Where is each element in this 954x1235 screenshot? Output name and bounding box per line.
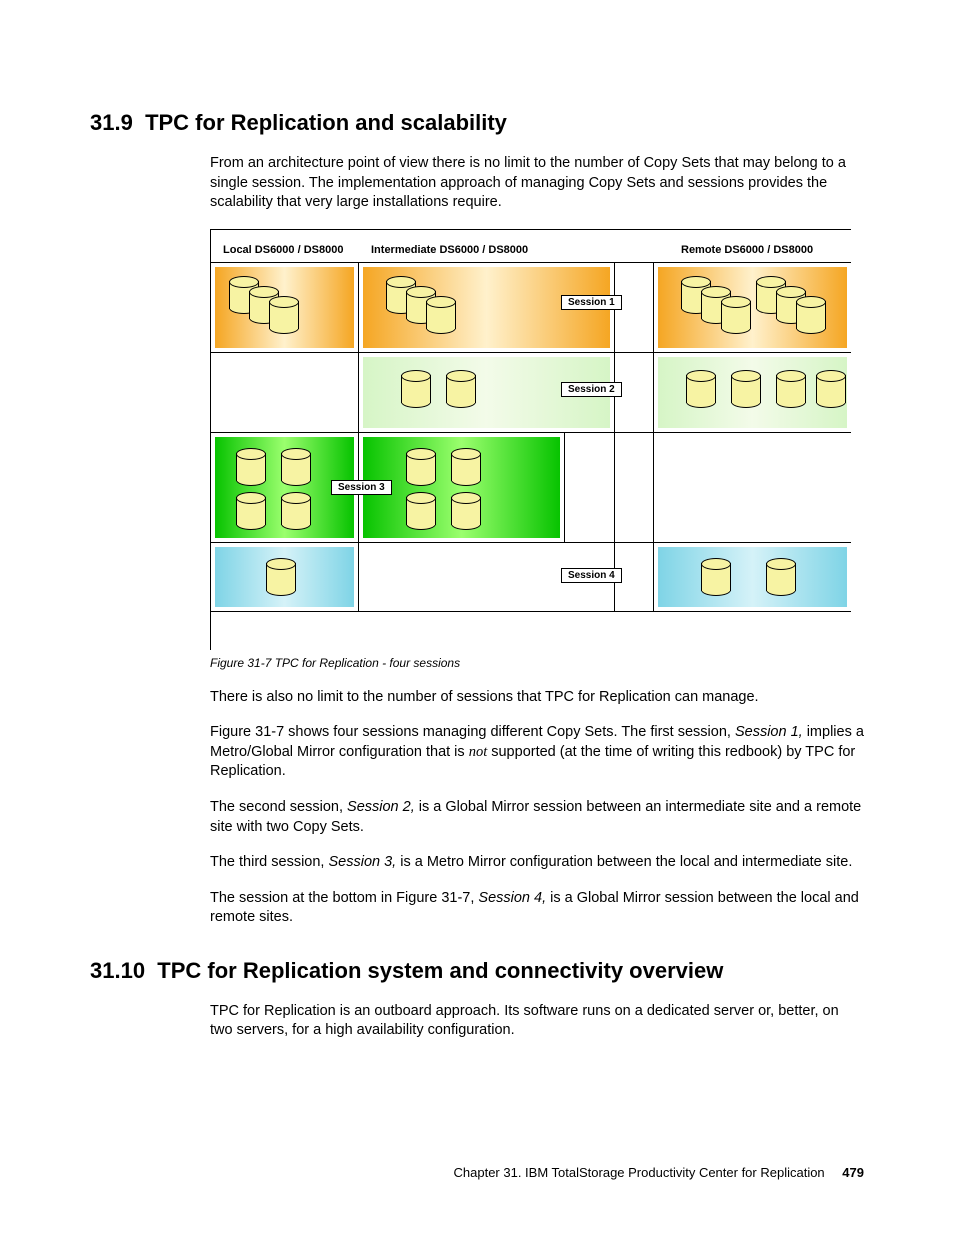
figure-31-7: Local DS6000 / DS8000 Intermediate DS600… [90, 229, 864, 650]
page-footer: Chapter 31. IBM TotalStorage Productivit… [454, 1165, 865, 1180]
cylinder-icon [236, 448, 266, 486]
cylinder-icon [766, 558, 796, 596]
cylinder-icon [451, 492, 481, 530]
cylinder-icon [686, 370, 716, 408]
cylinder-icon [281, 448, 311, 486]
cylinder-icon [236, 492, 266, 530]
session-row-1 [211, 262, 851, 352]
paragraph: The session at the bottom in Figure 31-7… [90, 889, 864, 928]
section-number: 31.10 [90, 958, 145, 983]
session-row-4 [211, 542, 851, 612]
column-header-local: Local DS6000 / DS8000 [223, 244, 343, 256]
cylinder-icon [406, 448, 436, 486]
cylinder-icon [406, 492, 436, 530]
section-heading-31-9: 31.9 TPC for Replication and scalability [90, 110, 864, 136]
figure-caption: Figure 31-7 TPC for Replication - four s… [90, 656, 864, 670]
page: 31.9 TPC for Replication and scalability… [0, 0, 954, 1235]
footer-page-number: 479 [842, 1165, 864, 1180]
session-1-label: Session 1 [561, 295, 622, 310]
paragraph: The second session, Session 2, is a Glob… [90, 798, 864, 837]
cylinder-icon [701, 558, 731, 596]
session-2-label: Session 2 [561, 382, 622, 397]
cylinder-icon [401, 370, 431, 408]
session-3-label: Session 3 [331, 480, 392, 495]
footer-chapter: Chapter 31. IBM TotalStorage Productivit… [454, 1165, 825, 1180]
paragraph: There is also no limit to the number of … [90, 688, 864, 708]
paragraph: From an architecture point of view there… [90, 154, 864, 213]
section-heading-31-10: 31.10 TPC for Replication system and con… [90, 958, 864, 984]
session-4-label: Session 4 [561, 568, 622, 583]
paragraph: Figure 31-7 shows four sessions managing… [90, 723, 864, 782]
cylinder-icon [816, 370, 846, 408]
figure-canvas: Local DS6000 / DS8000 Intermediate DS600… [210, 229, 851, 650]
cylinder-icon [266, 558, 296, 596]
cylinder-icon [426, 296, 456, 334]
cylinder-icon [721, 296, 751, 334]
column-header-remote: Remote DS6000 / DS8000 [681, 244, 813, 256]
cylinder-icon [776, 370, 806, 408]
paragraph: TPC for Replication is an outboard appro… [90, 1002, 864, 1041]
section-number: 31.9 [90, 110, 133, 135]
cylinder-icon [269, 296, 299, 334]
paragraph: The third session, Session 3, is a Metro… [90, 853, 864, 873]
section-title: TPC for Replication system and connectiv… [157, 958, 723, 983]
column-header-intermediate: Intermediate DS6000 / DS8000 [371, 244, 528, 256]
cylinder-icon [796, 296, 826, 334]
cylinder-icon [451, 448, 481, 486]
section-title: TPC for Replication and scalability [145, 110, 507, 135]
cylinder-icon [281, 492, 311, 530]
cylinder-icon [446, 370, 476, 408]
cylinder-icon [731, 370, 761, 408]
